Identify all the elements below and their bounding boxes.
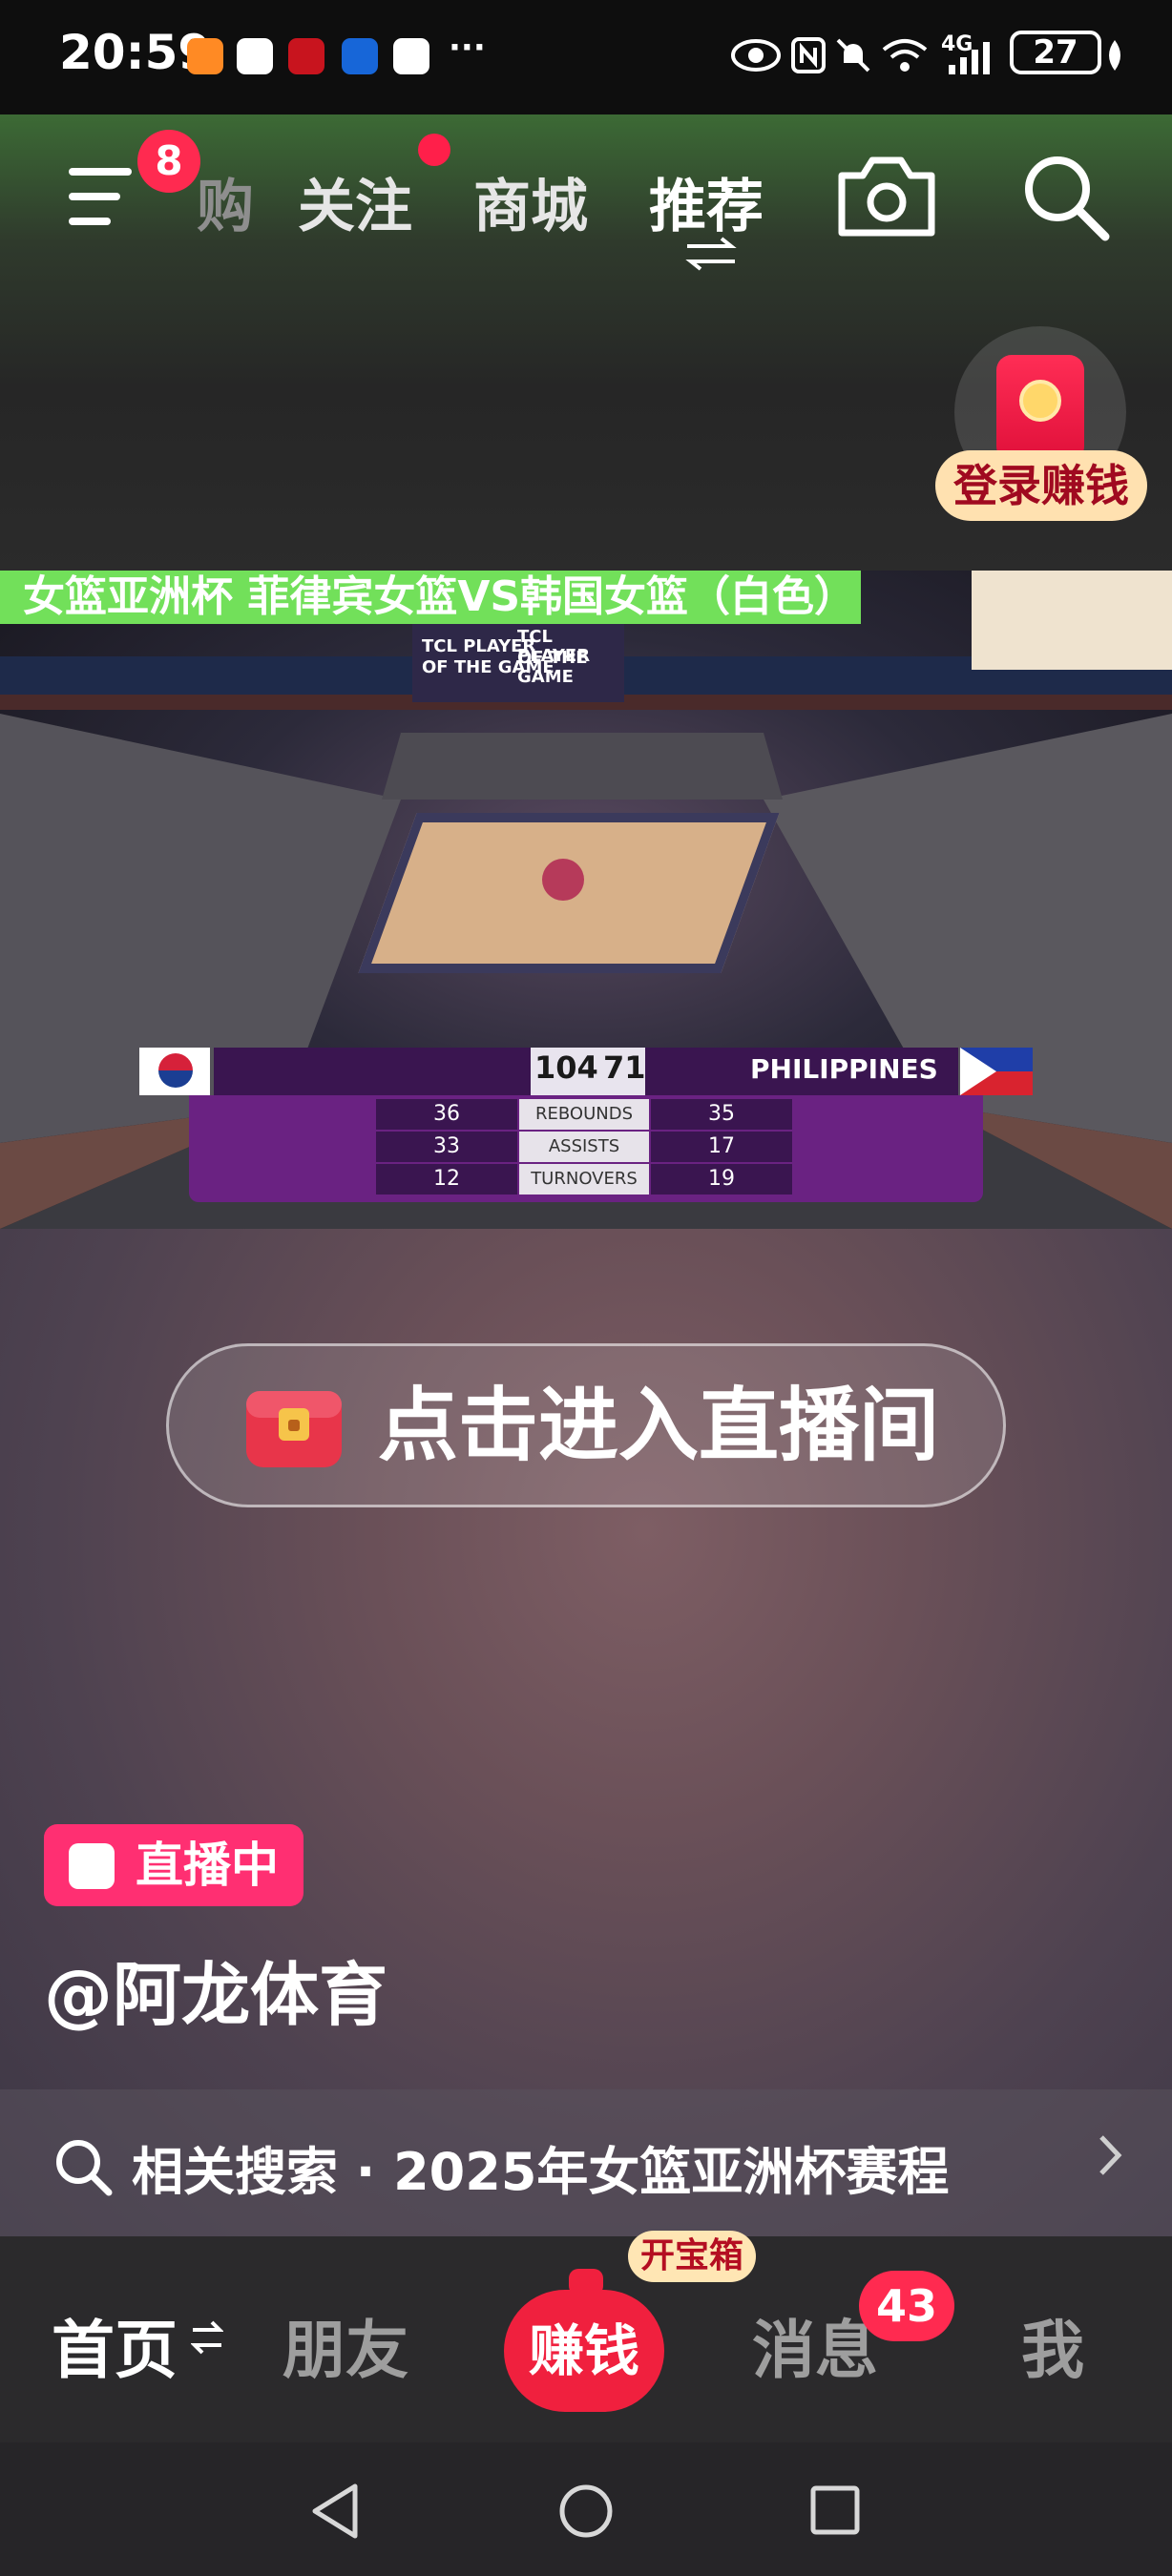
recents-icon[interactable] — [809, 2484, 863, 2538]
more-notifications-icon: ··· — [449, 29, 486, 67]
stat-label: TURNOVERS — [519, 1164, 649, 1195]
app-notification-icon — [393, 38, 429, 74]
coin-icon — [1019, 380, 1061, 422]
tab-recommend[interactable]: 推荐 — [649, 160, 764, 243]
search-icon — [56, 2140, 113, 2196]
nav-home[interactable]: 首页 — [52, 2299, 178, 2391]
stat-row: 36 REBOUNDS 35 — [376, 1099, 794, 1130]
swap-arrows-icon — [685, 237, 737, 271]
app-notification-icon — [237, 38, 273, 74]
stat-label: REBOUNDS — [519, 1099, 649, 1130]
nav-me[interactable]: 我 — [1021, 2299, 1084, 2391]
stat-left-value: 36 — [376, 1099, 517, 1130]
banner-line-2b: OF THE GAME — [517, 648, 588, 687]
app-notification-icon — [288, 38, 324, 74]
nfc-icon — [791, 37, 826, 73]
signal-icon — [949, 42, 990, 74]
stat-right-value: 19 — [651, 1164, 792, 1195]
team-right-name: PHILIPPINES — [750, 1053, 938, 1085]
leaf-icon — [1109, 40, 1120, 71]
stat-left-value: 12 — [376, 1164, 517, 1195]
chevron-right-icon — [1099, 2135, 1122, 2175]
stat-right-value: 35 — [651, 1099, 792, 1130]
home-circle-icon[interactable] — [557, 2483, 615, 2540]
tcl-banner: TCL PLAYER OF THE GAME TCL PLAYER OF THE… — [412, 622, 624, 702]
stat-row: 12 TURNOVERS 19 — [376, 1164, 794, 1195]
philippines-flag-triangle — [960, 1048, 996, 1095]
live-icon — [69, 1843, 115, 1889]
message-count-badge: 43 — [859, 2271, 954, 2341]
tab-mall[interactable]: 商城 — [473, 160, 588, 243]
streamer-name[interactable]: @阿龙体育 — [44, 1939, 387, 2039]
app-notification-icon — [187, 38, 223, 74]
search-icon[interactable] — [1019, 151, 1111, 242]
mute-icon — [836, 38, 870, 73]
battery-indicator: 27 — [1010, 31, 1101, 74]
sponsor-logo — [972, 571, 1172, 670]
menu-icon[interactable] — [67, 164, 143, 231]
camera-icon[interactable] — [834, 153, 939, 240]
enter-live-label: 点击进入直播间 — [378, 1379, 940, 1472]
related-search-text: 相关搜索 · 2025年女篮亚洲杯赛程 — [132, 2142, 950, 2202]
open-chest-badge: 开宝箱 — [628, 2231, 756, 2282]
treasure-chest-icon — [246, 1391, 342, 1467]
stat-row: 33 ASSISTS 17 — [376, 1132, 794, 1162]
nav-earn[interactable]: 赚钱 — [504, 2290, 664, 2412]
score-right: 71 — [603, 1049, 646, 1086]
login-earn-button[interactable]: 登录赚钱 — [935, 450, 1147, 521]
tab-following[interactable]: 关注 — [298, 160, 412, 243]
following-notification-dot — [418, 134, 450, 166]
back-icon[interactable] — [309, 2483, 363, 2540]
stat-right-value: 17 — [651, 1132, 792, 1162]
stat-left-value: 33 — [376, 1132, 517, 1162]
swap-icon — [191, 2320, 223, 2355]
video-title: 女篮亚洲杯 菲律宾女篮VS韩国女篮（白色） — [23, 572, 857, 621]
court-center-logo — [542, 859, 584, 901]
wifi-icon — [882, 39, 928, 72]
tab-shopping[interactable]: 购 — [197, 160, 254, 243]
stat-label: ASSISTS — [519, 1132, 649, 1162]
menu-badge: 8 — [137, 130, 200, 193]
live-badge-label: 直播中 — [136, 1838, 279, 1893]
eye-icon — [731, 39, 781, 72]
score-left: 104 — [534, 1049, 598, 1086]
nav-friends[interactable]: 朋友 — [283, 2299, 408, 2391]
app-notification-icon — [342, 38, 378, 74]
korea-flag-emblem — [158, 1053, 193, 1088]
